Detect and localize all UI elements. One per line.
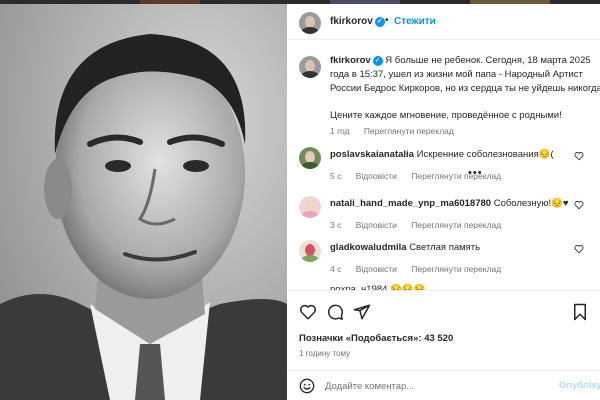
commenter-avatar[interactable] <box>299 240 321 262</box>
comment-body: Светлая память <box>409 242 481 253</box>
comment-translate-link[interactable]: Переглянути переклад <box>411 171 501 181</box>
action-bar: Позначки «Подобається»: 43 520 1 годину … <box>287 290 600 370</box>
author-avatar[interactable] <box>299 12 321 34</box>
comment-reply-button[interactable]: Відповісти <box>356 220 397 230</box>
comment-like-heart-icon[interactable] <box>574 244 584 254</box>
post-details-panel: fkirkorov ✓ • Стежити fkirkorov ✓ Я больше… <box>287 4 600 400</box>
caption-author-avatar[interactable] <box>299 56 321 78</box>
portrait-image <box>0 4 287 400</box>
commenter-avatar[interactable] <box>299 147 321 169</box>
comment-username[interactable]: natali_hand_made_ynp_ma6018780 <box>330 198 491 209</box>
bookmark-icon[interactable] <box>571 303 589 321</box>
heart-icon[interactable] <box>299 303 317 321</box>
comment-username[interactable]: poslavskaianatalia <box>330 149 414 160</box>
comment-meta: 3 с Відповісти Переглянути переклад <box>330 220 513 230</box>
emoji-icon[interactable] <box>299 378 315 394</box>
comment-meta: 5 с Відповісти Переглянути переклад <box>330 171 513 181</box>
comment-text: natali_hand_made_ynp_ma6018780 Соболезну… <box>330 198 569 209</box>
comment-time: 5 с <box>330 171 342 181</box>
caption-meta: 1 год Переглянути переклад <box>330 126 466 136</box>
author-username[interactable]: fkirkorov ✓ <box>330 16 385 27</box>
share-icon[interactable] <box>353 303 371 321</box>
post-time-ago: 1 годину тому <box>299 349 351 358</box>
author-username-text[interactable]: fkirkorov <box>330 16 373 27</box>
comment-time: 3 с <box>330 220 342 230</box>
add-comment-bar: Опублікувати <box>287 370 600 400</box>
comment-like-heart-icon[interactable] <box>574 151 584 161</box>
verified-badge-icon: ✓ <box>372 56 383 66</box>
comment-meta: 4 с Відповісти Переглянути переклад <box>330 264 513 274</box>
comment-time: 4 с <box>330 264 342 274</box>
post-photo[interactable] <box>0 4 287 400</box>
comment-text: gladkowaludmila Светлая память <box>330 242 480 253</box>
commenter-avatar[interactable] <box>299 196 321 218</box>
comment-text: poslavskaianatalia Искренние соболезнова… <box>330 149 554 160</box>
caption-line-2: года в 15:37, ушел из жизни мой папа - Н… <box>330 69 583 80</box>
caption-line-3: России Бедрос Киркоров, но из сердца ты … <box>330 83 600 94</box>
comment-body: Соболезную!😔♥ <box>493 198 569 209</box>
caption-line-1: Я больше не ребенок. Сегодня, 18 марта 2… <box>385 55 591 66</box>
comment-icon[interactable] <box>326 303 344 321</box>
comment-reply-button[interactable]: Відповісти <box>356 264 397 274</box>
comment-item: poslavskaianatalia Искренние соболезнова… <box>299 147 600 187</box>
add-comment-input[interactable] <box>325 379 545 393</box>
comment-item: natali_hand_made_ynp_ma6018780 Соболезну… <box>299 196 600 236</box>
comment-body: Искренние соболезнования😔( <box>416 149 554 160</box>
post-header: fkirkorov ✓ • Стежити <box>287 4 600 40</box>
comment-item: gladkowaludmila Светлая память 4 с Відпо… <box>299 240 600 280</box>
caption-translate-link[interactable]: Переглянути переклад <box>364 126 454 136</box>
comment-more-options-icon[interactable]: ••• <box>468 167 483 179</box>
comment-translate-link[interactable]: Переглянути переклад <box>411 264 501 274</box>
comment-like-heart-icon[interactable] <box>574 200 584 210</box>
caption-time: 1 год <box>330 126 350 136</box>
caption-username[interactable]: fkirkorov <box>330 55 371 66</box>
likes-count[interactable]: Позначки «Подобається»: 43 520 <box>299 333 453 344</box>
comment-username[interactable]: gladkowaludmila <box>330 242 407 253</box>
follow-button[interactable]: Стежити <box>394 16 436 27</box>
caption-line-4: Цените каждое мгновение, проведённое с р… <box>330 110 562 121</box>
comment-translate-link[interactable]: Переглянути переклад <box>411 220 501 230</box>
caption-text: fkirkorov ✓ Я больше не ребенок. Сегодня,… <box>330 54 600 123</box>
separator-dot: • <box>385 15 389 26</box>
verified-badge-icon: ✓ <box>374 17 385 27</box>
post-comment-button[interactable]: Опублікувати <box>559 380 600 391</box>
comment-reply-button[interactable]: Відповісти <box>356 171 397 181</box>
